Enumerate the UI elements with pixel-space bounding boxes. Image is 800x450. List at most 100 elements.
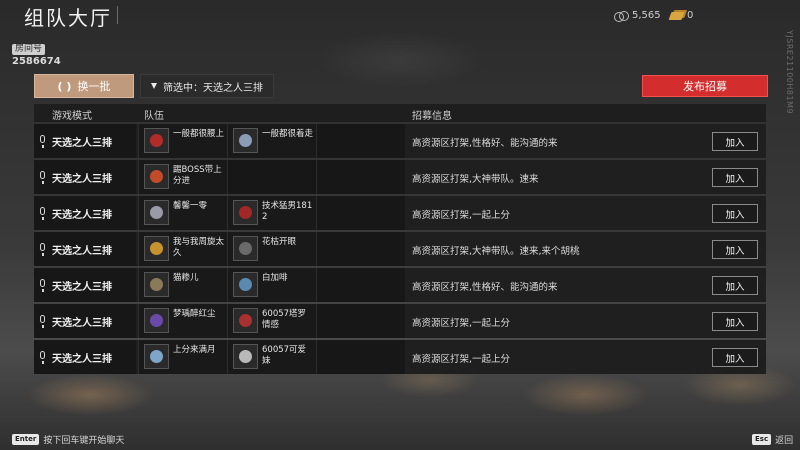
player-name: 技术猛男1812: [262, 201, 313, 222]
player-avatar: [233, 272, 258, 297]
player-avatar: [144, 344, 169, 369]
join-button[interactable]: 加入: [712, 240, 758, 259]
player-name: 上分来满月: [173, 345, 216, 355]
refresh-label: 换一批: [77, 80, 111, 93]
empty-slot: [316, 340, 405, 374]
player-name: 我与我周旋太久: [173, 237, 225, 258]
empty-slot: [316, 196, 405, 230]
join-button[interactable]: 加入: [712, 348, 758, 367]
member-slot: 花枯开眼: [227, 232, 316, 266]
coin-balance: 5,565: [614, 10, 661, 22]
publish-label: 发布招募: [683, 80, 727, 93]
empty-slot: [227, 160, 316, 194]
recruit-info: 高资源区打架,一起上分: [412, 318, 511, 329]
avatar-emblem: [239, 350, 252, 363]
player-name: 花枯开眼: [262, 237, 297, 247]
microphone-icon: [40, 135, 45, 148]
side-code: YJSRE21100H81M9: [785, 30, 794, 115]
player-avatar: [233, 344, 258, 369]
header-info: 招募信息: [412, 111, 452, 122]
microphone-icon: [40, 207, 45, 220]
player-name: 白加啡: [262, 273, 288, 283]
mode-cell: 天选之人三排: [34, 304, 136, 338]
player-name: 馨馨一零: [173, 201, 208, 211]
refresh-icon: ( ): [57, 79, 72, 93]
microphone-icon: [40, 243, 45, 256]
microphone-icon: [40, 351, 45, 364]
publish-recruit-button[interactable]: 发布招募: [642, 75, 768, 97]
recruit-info: 高资源区打架,性格好、能沟通的来: [412, 138, 558, 149]
team-row: 天选之人三排 馨馨一零 技术猛男1812 高资源区打架,一起上分 加入: [34, 196, 766, 230]
mode-text: 天选之人三排: [52, 210, 112, 221]
team-row: 天选之人三排 上分来满月 60057可爱妹 高资源区打架,一起上分 加入: [34, 340, 766, 374]
chat-hint-text: 按下回车键开始聊天: [43, 436, 125, 446]
esc-key: Esc: [752, 434, 772, 445]
player-avatar: [144, 200, 169, 225]
microphone-icon: [40, 279, 45, 292]
back-label: 返回: [775, 436, 794, 446]
coin-amount: 5,565: [632, 10, 661, 21]
player-avatar: [144, 164, 169, 189]
join-button[interactable]: 加入: [712, 168, 758, 187]
filter-dropdown[interactable]: 筛选中：天选之人三排: [140, 74, 274, 98]
coins-icon: [614, 10, 629, 22]
gold-balance: 0: [668, 10, 694, 21]
member-slot: 猫糁儿: [138, 268, 227, 302]
join-button[interactable]: 加入: [712, 276, 758, 295]
microphone-icon: [40, 315, 45, 328]
avatar-emblem: [150, 242, 163, 255]
player-name: 一般都很着走: [262, 129, 314, 139]
mode-text: 天选之人三排: [52, 174, 112, 185]
recruit-info: 高资源区打架,一起上分: [412, 210, 511, 221]
room-number: 2586674: [12, 56, 61, 67]
mode-text: 天选之人三排: [52, 138, 112, 149]
mode-cell: 天选之人三排: [34, 268, 136, 302]
avatar-emblem: [150, 170, 163, 183]
avatar-emblem: [150, 206, 163, 219]
avatar-emblem: [239, 206, 252, 219]
avatar-emblem: [150, 314, 163, 327]
mode-cell: 天选之人三排: [34, 232, 136, 266]
mode-text: 天选之人三排: [52, 282, 112, 293]
mode-cell: 天选之人三排: [34, 124, 136, 158]
back-button[interactable]: Esc 返回: [752, 433, 793, 446]
player-name: 60057可爱妹: [262, 345, 307, 366]
mode-text: 天选之人三排: [52, 354, 112, 365]
join-button[interactable]: 加入: [712, 312, 758, 331]
header-mode: 游戏模式: [52, 111, 92, 122]
team-row: 天选之人三排 猫糁儿 白加啡高资源区打架,性格好、能沟通的来 加入: [34, 268, 766, 302]
team-row: 天选之人三排 踢BOSS带上分进 高资源区打架,大神带队。速来 加入: [34, 160, 766, 194]
empty-slot: [316, 304, 405, 338]
player-avatar: [233, 200, 258, 225]
member-slot: 白加啡: [227, 268, 316, 302]
join-button[interactable]: 加入: [712, 204, 758, 223]
player-name: 踢BOSS带上分进: [173, 165, 222, 186]
team-row: 天选之人三排 我与我周旋太久 花枯开眼 高资源区打架,大神带队。速来,来个胡桃 加入: [34, 232, 766, 266]
player-name: 梦瑀醉红尘: [173, 309, 216, 319]
member-slot: 我与我周旋太久: [138, 232, 227, 266]
recruit-info: 高资源区打架,性格好、能沟通的来: [412, 282, 558, 293]
player-avatar: [144, 128, 169, 153]
member-slot: 60057可爱妹: [227, 340, 316, 374]
member-slot: 上分来满月: [138, 340, 227, 374]
avatar-emblem: [150, 278, 163, 291]
join-label: 加入: [725, 353, 745, 365]
member-slot: 技术猛男1812: [227, 196, 316, 230]
player-name: 一般都很腰上: [173, 129, 225, 139]
empty-slot: [316, 232, 405, 266]
team-list: 天选之人三排 一般都很腰上 一般都很着走 高资源区打架,性格好、能沟通的来 加入 天选之人…: [34, 124, 766, 376]
member-slot: 踢BOSS带上分进: [138, 160, 227, 194]
empty-slot: [316, 124, 405, 158]
title-divider: [117, 6, 118, 24]
gold-amount: 0: [687, 10, 694, 21]
player-name: 60057塔罗情感: [262, 309, 307, 330]
refresh-button[interactable]: ( ) 换一批: [34, 74, 134, 98]
player-avatar: [233, 308, 258, 333]
avatar-emblem: [150, 350, 163, 363]
join-button[interactable]: 加入: [712, 132, 758, 151]
join-label: 加入: [725, 317, 745, 329]
header-team: 队伍: [144, 111, 164, 122]
join-label: 加入: [725, 209, 745, 221]
chat-hint: Enter 按下回车键开始聊天: [12, 433, 124, 446]
player-avatar: [233, 128, 258, 153]
